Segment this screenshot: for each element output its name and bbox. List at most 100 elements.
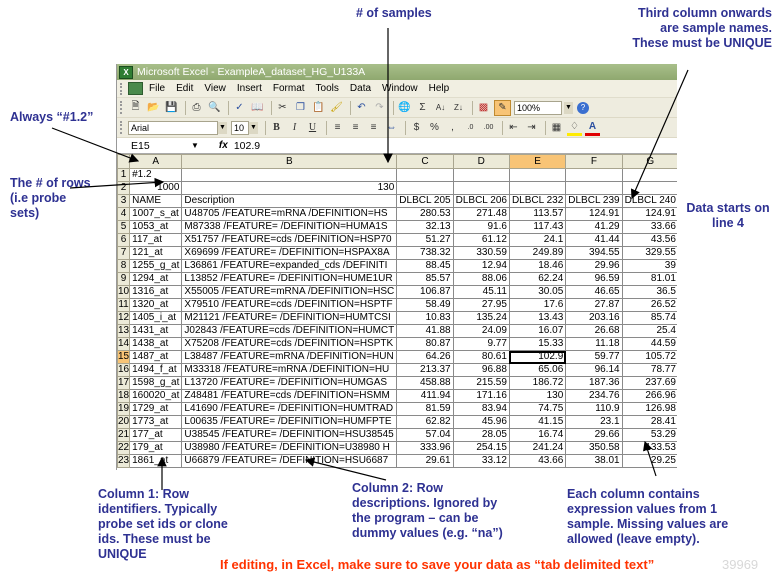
save-icon[interactable]: 💾 bbox=[164, 101, 179, 115]
cell-c13[interactable]: 41.88 bbox=[396, 324, 454, 338]
drawing-icon[interactable]: ✎ bbox=[494, 99, 511, 116]
align-center-icon[interactable]: ≡ bbox=[348, 121, 363, 135]
cell-a18[interactable]: 160020_at bbox=[129, 389, 183, 403]
font-size-select[interactable]: 10 bbox=[231, 120, 249, 135]
print-preview-icon[interactable]: 🔍 bbox=[207, 101, 222, 115]
column-header-b[interactable]: B bbox=[181, 154, 398, 169]
cell-a7[interactable]: 121_at bbox=[129, 246, 183, 260]
row-header[interactable]: 5 bbox=[117, 220, 131, 234]
cell-b11[interactable]: X79510 /FEATURE=cds /DEFINITION=HSPTF bbox=[181, 298, 398, 312]
row-header[interactable]: 23 bbox=[117, 454, 131, 468]
cell-e18[interactable]: 130 bbox=[508, 389, 567, 403]
redo-icon[interactable]: ↷ bbox=[372, 101, 387, 115]
cell-e15[interactable]: 102.9 bbox=[508, 350, 567, 364]
cell-e10[interactable]: 30.05 bbox=[508, 285, 567, 299]
cell-e1[interactable] bbox=[508, 168, 567, 182]
row-header[interactable]: 8 bbox=[117, 259, 131, 273]
bold-icon[interactable]: B bbox=[269, 121, 284, 135]
currency-icon[interactable]: $ bbox=[409, 121, 424, 135]
cell-d21[interactable]: 28.05 bbox=[452, 428, 510, 442]
cell-a14[interactable]: 1438_at bbox=[129, 337, 183, 351]
cell-g12[interactable]: 85.74 bbox=[621, 311, 677, 325]
align-left-icon[interactable]: ≡ bbox=[330, 121, 345, 135]
cell-f1[interactable] bbox=[565, 168, 623, 182]
cell-f3[interactable]: DLBCL 239 bbox=[565, 194, 623, 208]
cell-d23[interactable]: 33.12 bbox=[452, 454, 510, 468]
cell-d18[interactable]: 171.16 bbox=[452, 389, 510, 403]
cell-b22[interactable]: U38980 /FEATURE= /DEFINITION=U38980 H bbox=[181, 441, 398, 455]
chart-wizard-icon[interactable]: ▩ bbox=[476, 101, 491, 115]
cell-c15[interactable]: 64.26 bbox=[396, 350, 454, 364]
cell-f5[interactable]: 41.29 bbox=[565, 220, 623, 234]
cell-g9[interactable]: 81.01 bbox=[621, 272, 677, 286]
cell-d8[interactable]: 12.94 bbox=[452, 259, 510, 273]
sort-ascending-icon[interactable]: A↓ bbox=[433, 101, 448, 115]
zoom-dropdown-arrow[interactable]: ▼ bbox=[564, 101, 573, 114]
cell-c12[interactable]: 10.83 bbox=[396, 311, 454, 325]
menu-view[interactable]: View bbox=[204, 83, 226, 94]
cell-a10[interactable]: 1316_at bbox=[129, 285, 183, 299]
cell-g10[interactable]: 36.5 bbox=[621, 285, 677, 299]
cell-d12[interactable]: 135.24 bbox=[452, 311, 510, 325]
align-right-icon[interactable]: ≡ bbox=[366, 121, 381, 135]
cell-e9[interactable]: 62.24 bbox=[508, 272, 567, 286]
cell-a20[interactable]: 1773_at bbox=[129, 415, 183, 429]
cell-c16[interactable]: 213.37 bbox=[396, 363, 454, 377]
cell-b12[interactable]: M21121 /FEATURE= /DEFINITION=HUMTCSI bbox=[181, 311, 398, 325]
sort-descending-icon[interactable]: Z↓ bbox=[451, 101, 466, 115]
research-icon[interactable]: 📖 bbox=[250, 101, 265, 115]
cell-f6[interactable]: 41.44 bbox=[565, 233, 623, 247]
cell-c10[interactable]: 106.87 bbox=[396, 285, 454, 299]
cell-d22[interactable]: 254.15 bbox=[452, 441, 510, 455]
cell-d17[interactable]: 215.59 bbox=[452, 376, 510, 390]
cell-d15[interactable]: 80.61 bbox=[452, 350, 510, 364]
cell-a16[interactable]: 1494_f_at bbox=[129, 363, 183, 377]
percent-icon[interactable]: % bbox=[427, 121, 442, 135]
cell-d9[interactable]: 88.06 bbox=[452, 272, 510, 286]
formula-input[interactable]: 102.9 bbox=[234, 140, 260, 152]
cell-f21[interactable]: 29.66 bbox=[565, 428, 623, 442]
cell-b3[interactable]: Description bbox=[181, 194, 398, 208]
column-header-e[interactable]: E bbox=[508, 154, 567, 169]
cell-c18[interactable]: 411.94 bbox=[396, 389, 454, 403]
cell-f7[interactable]: 394.55 bbox=[565, 246, 623, 260]
cell-f8[interactable]: 29.96 bbox=[565, 259, 623, 273]
cell-e16[interactable]: 65.06 bbox=[508, 363, 567, 377]
cell-g21[interactable]: 53.29 bbox=[621, 428, 677, 442]
workbook-icon[interactable] bbox=[128, 82, 143, 95]
menu-data[interactable]: Data bbox=[350, 83, 371, 94]
cell-c22[interactable]: 333.96 bbox=[396, 441, 454, 455]
cell-e21[interactable]: 16.74 bbox=[508, 428, 567, 442]
cell-e5[interactable]: 117.43 bbox=[508, 220, 567, 234]
cell-f11[interactable]: 27.87 bbox=[565, 298, 623, 312]
autosum-icon[interactable]: Σ bbox=[415, 101, 430, 115]
row-header[interactable]: 4 bbox=[117, 207, 131, 221]
menu-insert[interactable]: Insert bbox=[237, 83, 262, 94]
cell-a3[interactable]: NAME bbox=[129, 194, 183, 208]
cell-c14[interactable]: 80.87 bbox=[396, 337, 454, 351]
cell-f16[interactable]: 96.14 bbox=[565, 363, 623, 377]
cell-b8[interactable]: L36861 /FEATURE=expanded_cds /DEFINITI bbox=[181, 259, 398, 273]
row-header[interactable]: 2 bbox=[117, 181, 131, 195]
hyperlink-icon[interactable]: 🌐 bbox=[397, 101, 412, 115]
cell-b10[interactable]: X55005 /FEATURE=mRNA /DEFINITION=HSC bbox=[181, 285, 398, 299]
cell-a9[interactable]: 1294_at bbox=[129, 272, 183, 286]
column-header-c[interactable]: C bbox=[396, 154, 454, 169]
font-size-dropdown-arrow[interactable]: ▼ bbox=[249, 121, 258, 134]
cell-g6[interactable]: 43.56 bbox=[621, 233, 677, 247]
cell-f22[interactable]: 350.58 bbox=[565, 441, 623, 455]
cell-e2[interactable] bbox=[508, 181, 567, 195]
cell-g7[interactable]: 329.55 bbox=[621, 246, 677, 260]
font-name-select[interactable]: Arial bbox=[128, 120, 218, 135]
font-color-icon[interactable]: A bbox=[585, 119, 600, 136]
cell-c19[interactable]: 81.59 bbox=[396, 402, 454, 416]
function-icon[interactable]: fx bbox=[219, 140, 228, 151]
cell-f9[interactable]: 96.59 bbox=[565, 272, 623, 286]
cell-e3[interactable]: DLBCL 232 bbox=[508, 194, 567, 208]
cell-c20[interactable]: 62.82 bbox=[396, 415, 454, 429]
row-header[interactable]: 17 bbox=[117, 376, 131, 390]
cell-c11[interactable]: 58.49 bbox=[396, 298, 454, 312]
cell-a21[interactable]: 177_at bbox=[129, 428, 183, 442]
row-header[interactable]: 16 bbox=[117, 363, 131, 377]
cell-g1[interactable] bbox=[621, 168, 677, 182]
